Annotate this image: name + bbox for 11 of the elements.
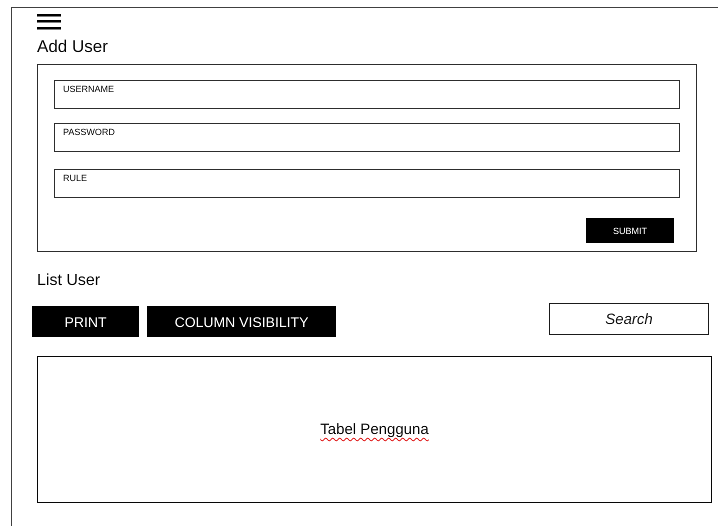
- submit-button[interactable]: SUBMIT: [586, 218, 674, 243]
- print-button[interactable]: PRINT: [32, 306, 139, 337]
- section-title: Add User: [37, 37, 108, 57]
- search-field[interactable]: Search: [549, 303, 709, 335]
- input-field[interactable]: PASSWORD: [54, 123, 680, 152]
- section-title: List User: [37, 271, 100, 291]
- input-field[interactable]: RULE: [54, 169, 680, 198]
- table-label: Tabel Pengguna: [320, 421, 429, 438]
- column-visibility-button[interactable]: COLUMN VISIBILITY: [147, 306, 336, 337]
- menu-icon[interactable]: [37, 14, 61, 31]
- input-field[interactable]: USERNAME: [54, 80, 680, 109]
